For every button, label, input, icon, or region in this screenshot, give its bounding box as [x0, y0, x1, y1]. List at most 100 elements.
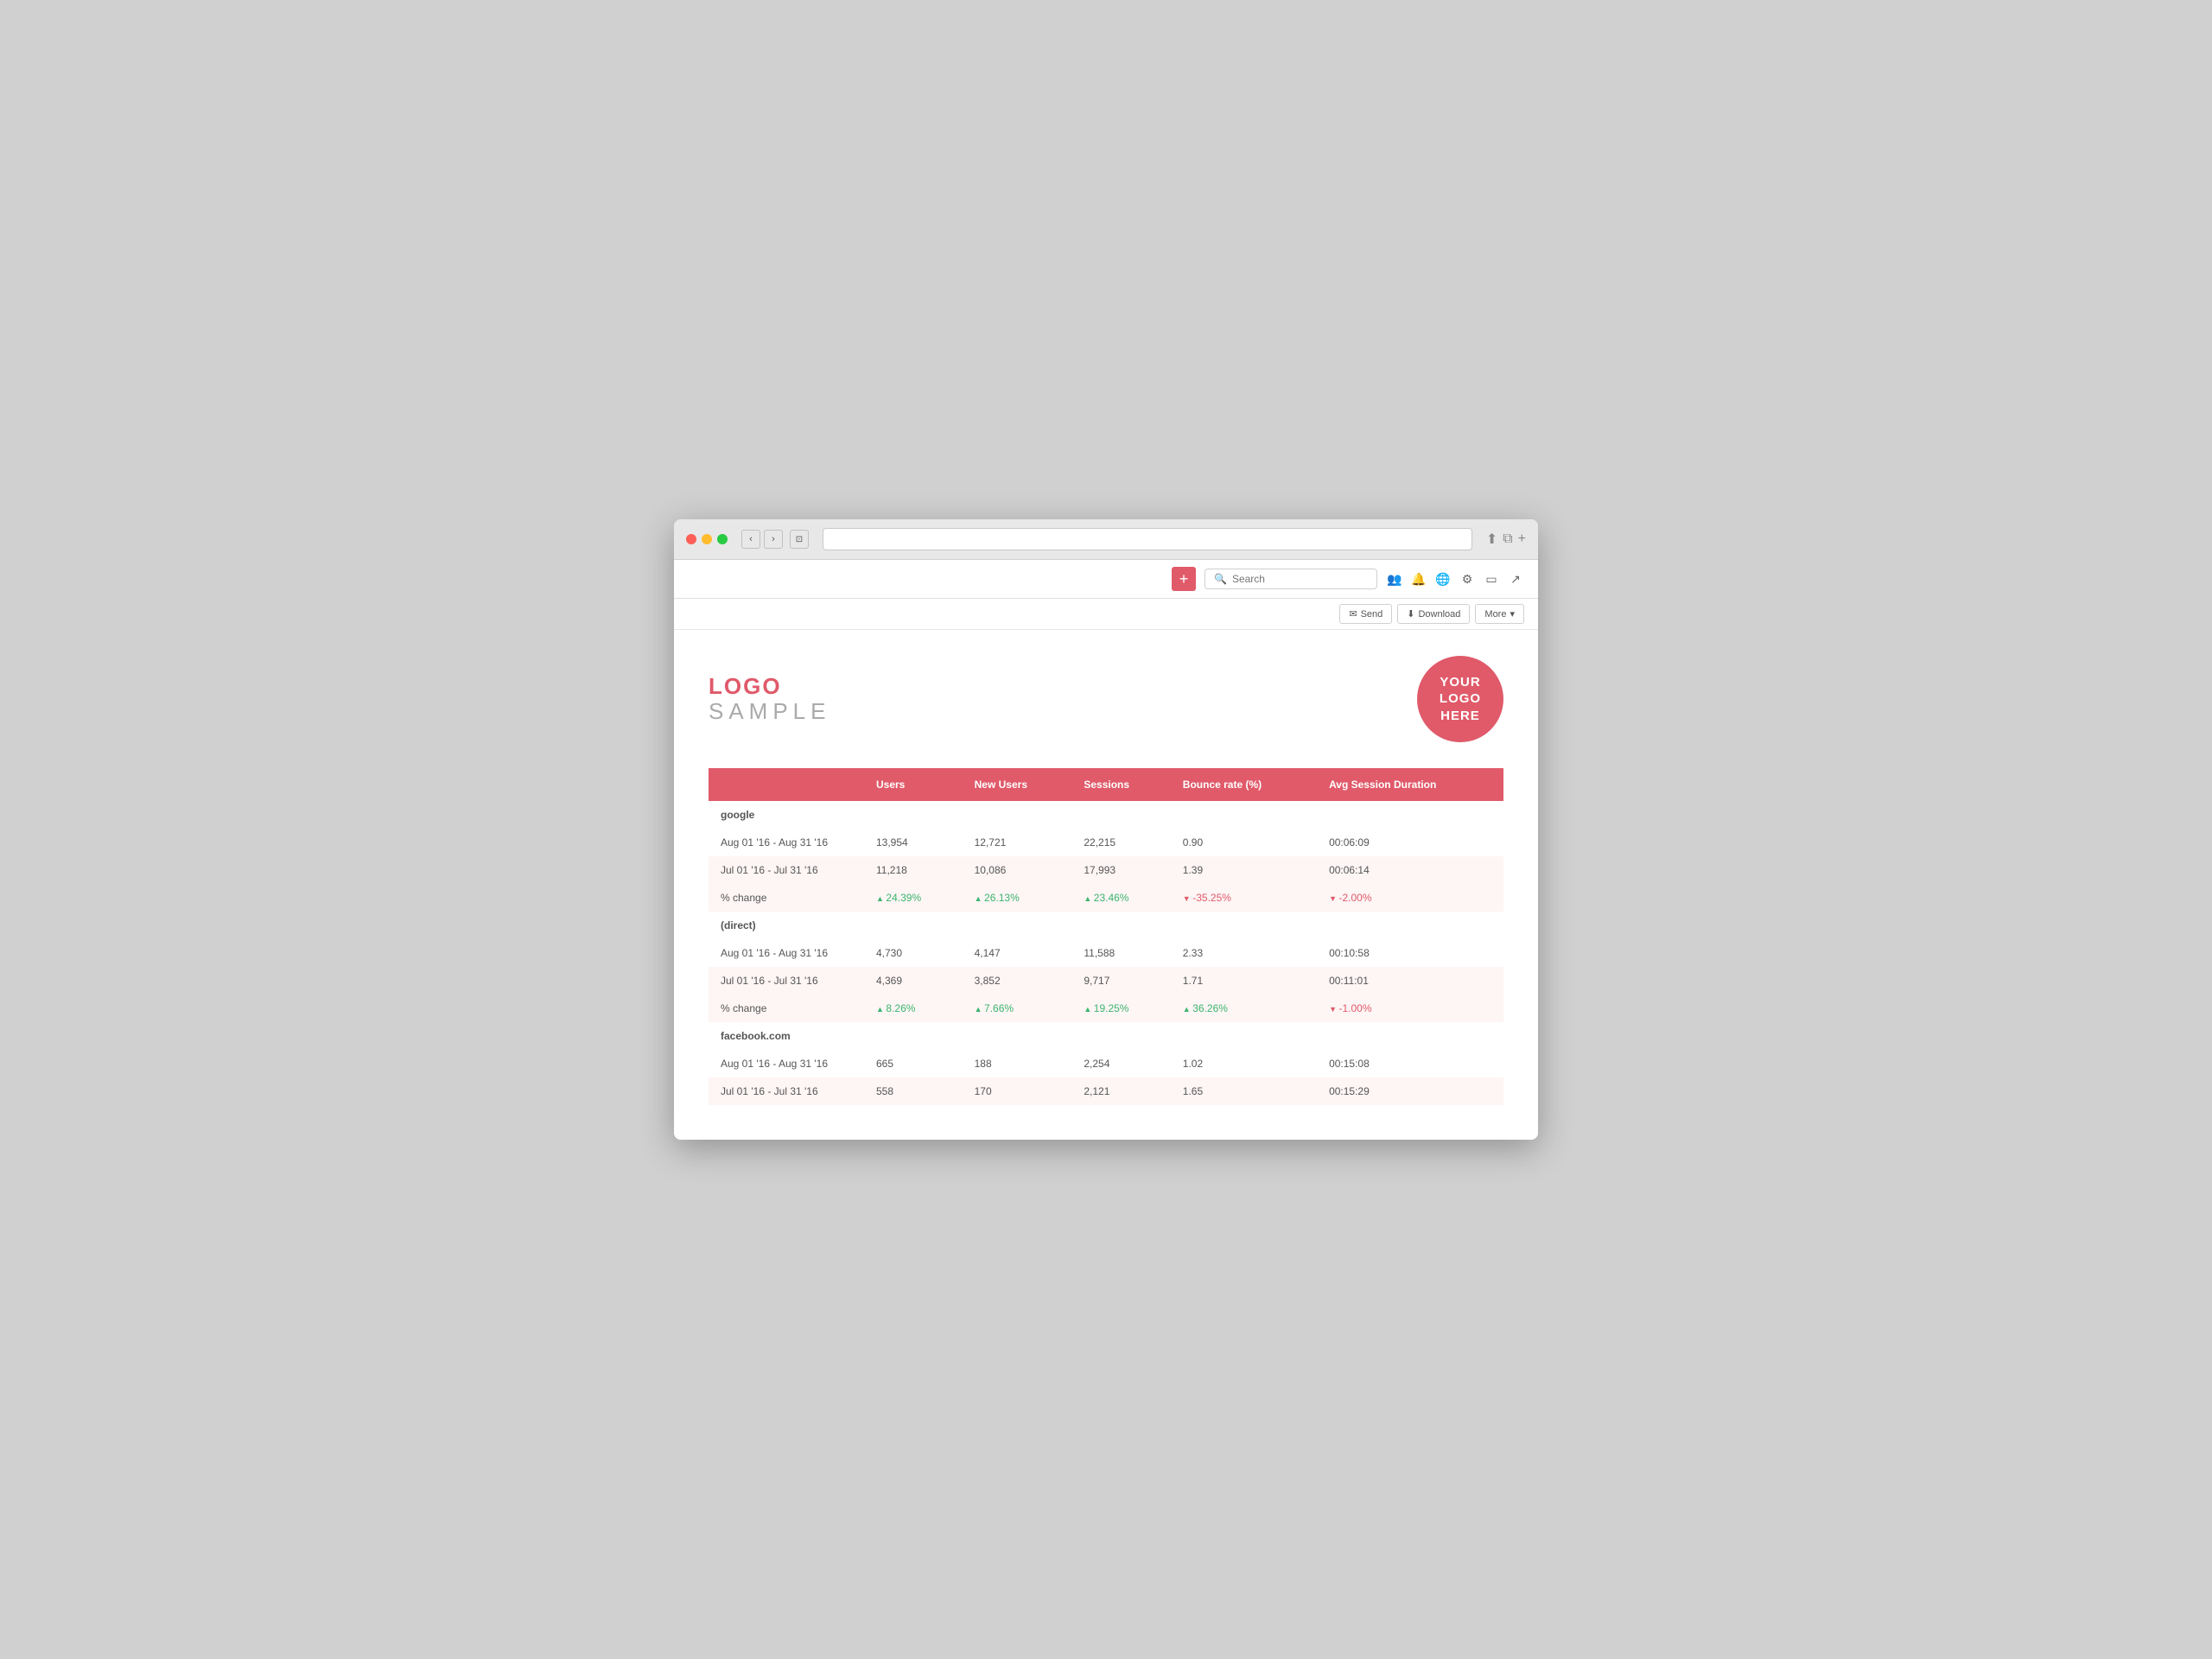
traffic-light-green[interactable]: [717, 534, 728, 544]
table-row: Jul 01 '16 - Jul 31 '1611,21810,08617,99…: [709, 856, 1503, 884]
cell-new_users: 170: [963, 1077, 1072, 1105]
col-header-new-users: New Users: [963, 768, 1072, 801]
down-arrow-icon: -1.00%: [1329, 1002, 1371, 1014]
window-icon[interactable]: ▭: [1483, 570, 1500, 588]
cell-change-sessions: 23.46%: [1071, 884, 1170, 912]
table-section-header: facebook.com: [709, 1022, 1503, 1050]
up-arrow-icon: 26.13%: [975, 892, 1020, 904]
plus-button[interactable]: +: [1172, 567, 1196, 591]
table-row: Aug 01 '16 - Aug 31 '164,7304,14711,5882…: [709, 939, 1503, 967]
row-label: Aug 01 '16 - Aug 31 '16: [709, 939, 864, 967]
logo-text: LOGO: [709, 674, 831, 699]
row-label: Jul 01 '16 - Jul 31 '16: [709, 856, 864, 884]
cell-new_users: 10,086: [963, 856, 1072, 884]
cell-change-new_users: 26.13%: [963, 884, 1072, 912]
traffic-lights: [686, 534, 728, 544]
table-row: Aug 01 '16 - Aug 31 '1613,95412,72122,21…: [709, 829, 1503, 856]
cell-change-sessions: 19.25%: [1071, 995, 1170, 1022]
row-label: Jul 01 '16 - Jul 31 '16: [709, 1077, 864, 1105]
send-label: Send: [1361, 609, 1383, 620]
send-icon: ✉: [1349, 608, 1357, 620]
cell-change-avg_duration: -2.00%: [1317, 884, 1503, 912]
cell-new_users: 188: [963, 1050, 1072, 1077]
send-button[interactable]: ✉ Send: [1339, 604, 1392, 624]
cell-bounce: 1.39: [1171, 856, 1317, 884]
share-button[interactable]: ⬆: [1486, 531, 1497, 548]
page-header: LOGO SAMPLE YOURLOGOHERE: [709, 656, 1503, 742]
table-row: % change8.26%7.66%19.25%36.26%-1.00%: [709, 995, 1503, 1022]
logo-circle: YOURLOGOHERE: [1417, 656, 1503, 742]
cell-avg_duration: 00:11:01: [1317, 967, 1503, 995]
gear-icon[interactable]: ⚙: [1459, 570, 1476, 588]
cell-sessions: 22,215: [1071, 829, 1170, 856]
cell-change-bounce: -35.25%: [1171, 884, 1317, 912]
action-bar: ✉ Send ⬇ Download More ▾: [674, 599, 1538, 630]
cell-new_users: 3,852: [963, 967, 1072, 995]
cell-change-bounce: 36.26%: [1171, 995, 1317, 1022]
cell-sessions: 17,993: [1071, 856, 1170, 884]
cell-bounce: 1.71: [1171, 967, 1317, 995]
cell-new_users: 4,147: [963, 939, 1072, 967]
back-button[interactable]: ‹: [741, 530, 760, 549]
cell-users: 665: [864, 1050, 963, 1077]
cell-bounce: 1.65: [1171, 1077, 1317, 1105]
toolbar-icons: 👥 🔔 🌐 ⚙ ▭ ↗: [1386, 570, 1524, 588]
traffic-light-red[interactable]: [686, 534, 696, 544]
search-bar: 🔍: [1205, 569, 1377, 589]
new-tab-button[interactable]: +: [1518, 531, 1526, 548]
cell-change-avg_duration: -1.00%: [1317, 995, 1503, 1022]
table-row: Jul 01 '16 - Jul 31 '164,3693,8529,7171.…: [709, 967, 1503, 995]
cell-sessions: 9,717: [1071, 967, 1170, 995]
cell-avg_duration: 00:06:14: [1317, 856, 1503, 884]
browser-toolbar: + 🔍 👥 🔔 🌐 ⚙ ▭ ↗: [674, 560, 1538, 599]
traffic-light-yellow[interactable]: [702, 534, 712, 544]
duplicate-button[interactable]: ⧉: [1503, 531, 1512, 548]
cell-users: 4,369: [864, 967, 963, 995]
cell-change-users: 8.26%: [864, 995, 963, 1022]
cell-users: 558: [864, 1077, 963, 1105]
search-icon: 🔍: [1214, 573, 1227, 585]
section-name: facebook.com: [709, 1022, 1503, 1050]
cell-bounce: 1.02: [1171, 1050, 1317, 1077]
search-input[interactable]: [1232, 573, 1368, 585]
cell-avg_duration: 00:15:29: [1317, 1077, 1503, 1105]
address-bar[interactable]: [823, 528, 1472, 550]
more-button[interactable]: More ▾: [1475, 604, 1524, 624]
table-section-header: google: [709, 801, 1503, 829]
table-row: % change24.39%26.13%23.46%-35.25%-2.00%: [709, 884, 1503, 912]
window-toggle-button[interactable]: ⊡: [790, 530, 809, 549]
nav-buttons: ‹ ›: [741, 530, 783, 549]
col-header-sessions: Sessions: [1071, 768, 1170, 801]
cell-avg_duration: 00:06:09: [1317, 829, 1503, 856]
up-arrow-icon: 19.25%: [1084, 1002, 1128, 1014]
cell-users: 13,954: [864, 829, 963, 856]
section-name: google: [709, 801, 1503, 829]
logo-sample: LOGO SAMPLE: [709, 674, 831, 723]
table-row: Jul 01 '16 - Jul 31 '165581702,1211.6500…: [709, 1077, 1503, 1105]
globe-icon[interactable]: 🌐: [1434, 570, 1452, 588]
titlebar-actions: ⬆ ⧉ +: [1486, 531, 1526, 548]
cell-bounce: 0.90: [1171, 829, 1317, 856]
browser-window: ‹ › ⊡ ⬆ ⧉ + + 🔍 👥 🔔 🌐 ⚙ ▭ ↗ ✉ Send: [674, 519, 1538, 1140]
download-button[interactable]: ⬇ Download: [1397, 604, 1470, 624]
cell-sessions: 2,121: [1071, 1077, 1170, 1105]
table-header-row: Users New Users Sessions Bounce rate (%)…: [709, 768, 1503, 801]
col-header-users: Users: [864, 768, 963, 801]
download-icon: ⬇: [1407, 608, 1414, 620]
cell-avg_duration: 00:15:08: [1317, 1050, 1503, 1077]
row-label: Aug 01 '16 - Aug 31 '16: [709, 829, 864, 856]
col-header-label: [709, 768, 864, 801]
more-chevron-icon: ▾: [1510, 608, 1515, 620]
down-arrow-icon: -35.25%: [1183, 892, 1231, 904]
row-label: Jul 01 '16 - Jul 31 '16: [709, 967, 864, 995]
col-header-bounce: Bounce rate (%): [1171, 768, 1317, 801]
cell-bounce: 2.33: [1171, 939, 1317, 967]
cell-change-new_users: 7.66%: [963, 995, 1072, 1022]
sample-text: SAMPLE: [709, 699, 831, 724]
forward-button[interactable]: ›: [764, 530, 783, 549]
export-icon[interactable]: ↗: [1507, 570, 1524, 588]
cell-users: 4,730: [864, 939, 963, 967]
more-label: More: [1484, 609, 1506, 620]
people-icon[interactable]: 👥: [1386, 570, 1403, 588]
bell-icon[interactable]: 🔔: [1410, 570, 1427, 588]
